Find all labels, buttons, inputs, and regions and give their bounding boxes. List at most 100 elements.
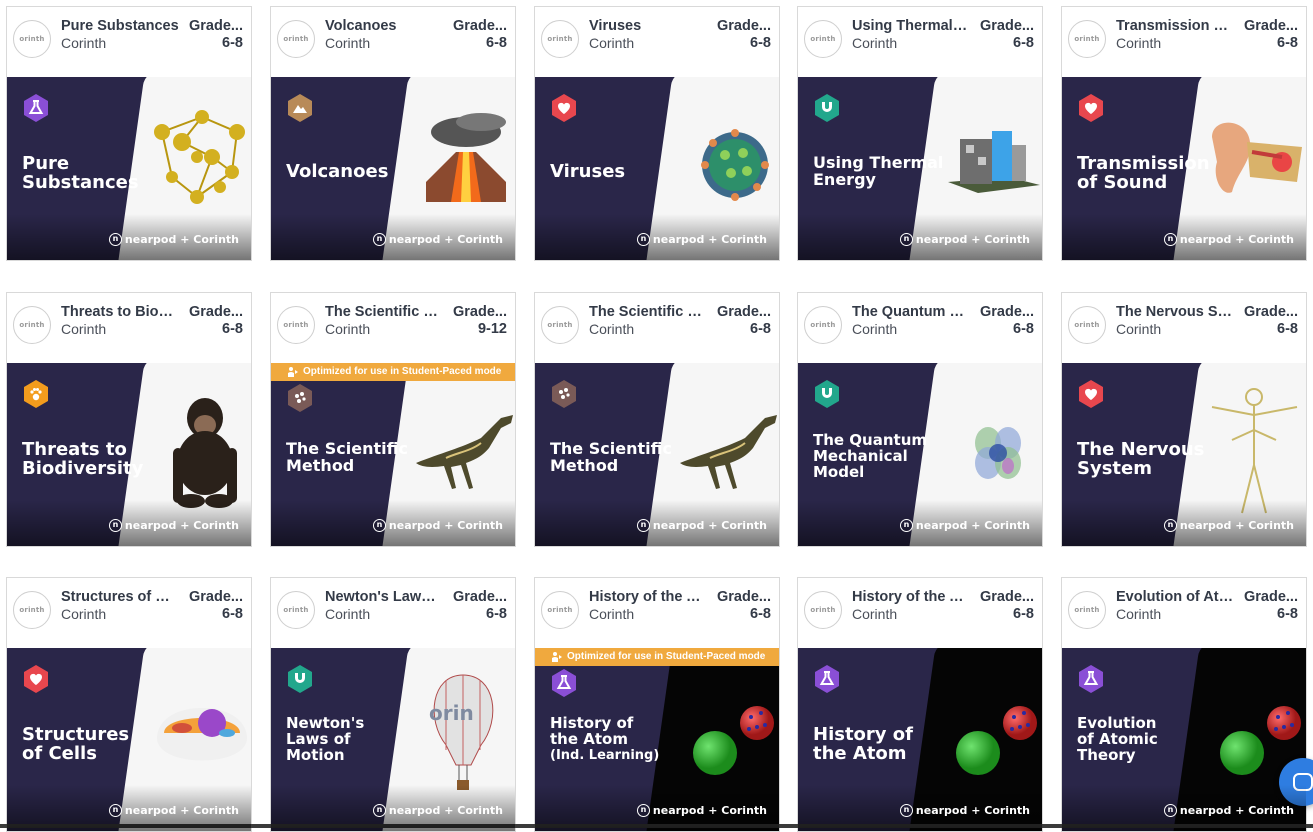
thumbnail-title-line: (Ind. Learning) bbox=[550, 747, 660, 763]
grade-range: 6-8 bbox=[750, 35, 771, 51]
card-thumbnail[interactable]: History of the Atom n nearpod + Corinth bbox=[798, 648, 1042, 831]
lesson-card[interactable]: orinth Evolution of Ato... Corinth Grade...… bbox=[1061, 577, 1307, 832]
card-author: Corinth bbox=[852, 321, 898, 337]
card-thumbnail[interactable]: The Quantum Mechanical Model n nearpod + Cor… bbox=[798, 363, 1042, 546]
thumbnail-title: Structures of Cells bbox=[22, 725, 162, 764]
grade-label: Grade... bbox=[980, 589, 1034, 605]
card-header: orinth Structures of Ce... Corinth Grade...… bbox=[7, 578, 251, 648]
card-thumbnail[interactable]: orin Newton's Laws of Motion n nearpod + Cori… bbox=[271, 648, 515, 831]
card-title[interactable]: Volcanoes bbox=[325, 18, 443, 34]
card-header: orinth The Nervous Sy... Corinth Grade... 6-… bbox=[1062, 293, 1306, 363]
dino-illustration bbox=[416, 415, 513, 489]
card-title[interactable]: Evolution of Ato... bbox=[1116, 589, 1234, 605]
brand-text: nearpod + Corinth bbox=[1179, 803, 1294, 817]
card-thumbnail[interactable]: Threats to Biodiversity n nearpod + Corinth bbox=[7, 363, 251, 546]
publisher-logo: orinth bbox=[541, 20, 579, 58]
card-thumbnail[interactable]: Transmission of Sound n nearpod + Corinth bbox=[1062, 77, 1306, 260]
grade-range: 6-8 bbox=[222, 35, 243, 51]
card-title[interactable]: Structures of Ce... bbox=[61, 589, 179, 605]
nearpod-logo-icon: n bbox=[1163, 519, 1177, 532]
card-title[interactable]: Viruses bbox=[589, 18, 707, 34]
lesson-card[interactable]: orinth Pure Substances Corinth Grade... 6-8 P… bbox=[6, 6, 252, 261]
grade-range: 6-8 bbox=[486, 35, 507, 51]
card-title[interactable]: Newton's Laws ... bbox=[325, 589, 443, 605]
card-title[interactable]: The Scientific M... bbox=[325, 304, 443, 320]
flask-icon bbox=[812, 664, 842, 694]
card-thumbnail[interactable]: Optimized for use in Student-Paced mode H… bbox=[535, 648, 779, 831]
grade-range: 6-8 bbox=[1013, 321, 1034, 337]
grade-range: 6-8 bbox=[222, 606, 243, 622]
thumbnail-title: The Quantum Mechanical Model bbox=[813, 432, 953, 480]
card-thumbnail[interactable]: Using Thermal Energy n nearpod + Corinth bbox=[798, 77, 1042, 260]
card-thumbnail[interactable]: Volcanoes n nearpod + Corinth bbox=[271, 77, 515, 260]
grade-label: Grade... bbox=[453, 18, 507, 34]
card-author: Corinth bbox=[61, 606, 107, 622]
card-title[interactable]: History of the A... bbox=[589, 589, 707, 605]
card-thumbnail[interactable]: The Nervous System n nearpod + Corinth bbox=[1062, 363, 1306, 546]
grade-label: Grade... bbox=[189, 304, 243, 320]
atom-illustration bbox=[956, 706, 1037, 775]
scatter-icon bbox=[549, 379, 579, 409]
brand-text: nearpod + Corinth bbox=[652, 518, 767, 532]
card-title[interactable]: The Nervous Sy... bbox=[1116, 304, 1234, 320]
grade-label: Grade... bbox=[980, 304, 1034, 320]
thumbnail-title-line: the Atom bbox=[813, 742, 907, 764]
card-thumbnail[interactable]: Structures of Cells n nearpod + Corinth bbox=[7, 648, 251, 831]
card-thumbnail[interactable]: Pure Substances n nearpod + Corinth bbox=[7, 77, 251, 260]
card-header: orinth The Scientific M... Corinth Grade...… bbox=[535, 293, 779, 363]
grade-label: Grade... bbox=[717, 18, 771, 34]
card-title[interactable]: The Scientific M... bbox=[589, 304, 707, 320]
card-header: orinth Volcanoes Corinth Grade... 6-8 bbox=[271, 7, 515, 77]
card-header: orinth Threats to Biodi... Corinth Grade...… bbox=[7, 293, 251, 363]
lesson-card[interactable]: orinth Structures of Ce... Corinth Grade...… bbox=[6, 577, 252, 832]
card-title[interactable]: History of the A... bbox=[852, 589, 970, 605]
nearpod-logo-icon: n bbox=[636, 519, 650, 532]
lesson-card[interactable]: orinth Volcanoes Corinth Grade... 6-8 Volcano… bbox=[270, 6, 516, 261]
lesson-card[interactable]: orinth The Scientific M... Corinth Grade...… bbox=[270, 292, 516, 547]
card-thumbnail[interactable]: The Scientific Method n nearpod + Corinth bbox=[535, 363, 779, 546]
brand-text: nearpod + Corinth bbox=[1179, 232, 1294, 246]
logo-text: orinth bbox=[547, 35, 573, 43]
card-title[interactable]: The Quantum M... bbox=[852, 304, 970, 320]
chimp-illustration bbox=[173, 398, 237, 508]
nearpod-corinth-brand: n nearpod + Corinth bbox=[372, 519, 503, 532]
card-thumbnail[interactable]: Evolution of Atomic Theory n nearpod + Corin… bbox=[1062, 648, 1306, 831]
lesson-card[interactable]: orinth The Scientific M... Corinth Grade...… bbox=[534, 292, 780, 547]
thumbnail-title-line: Substances bbox=[22, 171, 139, 193]
lesson-card[interactable]: orinth The Quantum M... Corinth Grade... 6-8… bbox=[797, 292, 1043, 547]
grade-range: 6-8 bbox=[750, 606, 771, 622]
grade-range: 6-8 bbox=[1277, 35, 1298, 51]
lesson-card[interactable]: orinth Transmission of ... Corinth Grade...… bbox=[1061, 6, 1307, 261]
orbital-illustration bbox=[975, 427, 1021, 479]
card-author: Corinth bbox=[852, 35, 898, 51]
atom-illustration bbox=[693, 706, 774, 775]
card-title[interactable]: Threats to Biodi... bbox=[61, 304, 179, 320]
lesson-card[interactable]: orinth Newton's Laws ... Corinth Grade... 6-… bbox=[270, 577, 516, 832]
card-header: orinth Transmission of ... Corinth Grade...… bbox=[1062, 7, 1306, 77]
heart-icon bbox=[1076, 379, 1106, 409]
card-thumbnail[interactable]: Optimized for use in Student-Paced mode T… bbox=[271, 363, 515, 546]
logo-text: orinth bbox=[19, 321, 45, 329]
card-thumbnail[interactable]: Viruses n nearpod + Corinth bbox=[535, 77, 779, 260]
nearpod-logo-icon: n bbox=[636, 233, 650, 246]
grade-label: Grade... bbox=[980, 18, 1034, 34]
lesson-card[interactable]: orinth The Nervous Sy... Corinth Grade... 6-… bbox=[1061, 292, 1307, 547]
lesson-card[interactable]: orinth Using Thermal E... Corinth Grade... 6… bbox=[797, 6, 1043, 261]
lesson-card[interactable]: orinth History of the A... Corinth Grade...… bbox=[797, 577, 1043, 832]
lesson-card[interactable]: orinth Threats to Biodi... Corinth Grade...… bbox=[6, 292, 252, 547]
lesson-card[interactable]: orinth Viruses Corinth Grade... 6-8 Viruses n n… bbox=[534, 6, 780, 261]
card-title[interactable]: Transmission of ... bbox=[1116, 18, 1234, 34]
thumbnail-title: The Scientific Method bbox=[550, 440, 690, 475]
lesson-card[interactable]: orinth History of the A... Corinth Grade...… bbox=[534, 577, 780, 832]
publisher-logo: orinth bbox=[804, 306, 842, 344]
cell-illustration bbox=[157, 708, 247, 761]
publisher-logo: orinth bbox=[13, 306, 51, 344]
card-title[interactable]: Using Thermal E... bbox=[852, 18, 970, 34]
nearpod-logo-icon: n bbox=[108, 804, 122, 817]
nearpod-logo-icon: n bbox=[899, 804, 913, 817]
flask-icon bbox=[549, 668, 579, 698]
publisher-logo: orinth bbox=[277, 306, 315, 344]
brand-text: nearpod + Corinth bbox=[652, 232, 767, 246]
card-title[interactable]: Pure Substances bbox=[61, 18, 179, 34]
grade-label: Grade... bbox=[1244, 589, 1298, 605]
